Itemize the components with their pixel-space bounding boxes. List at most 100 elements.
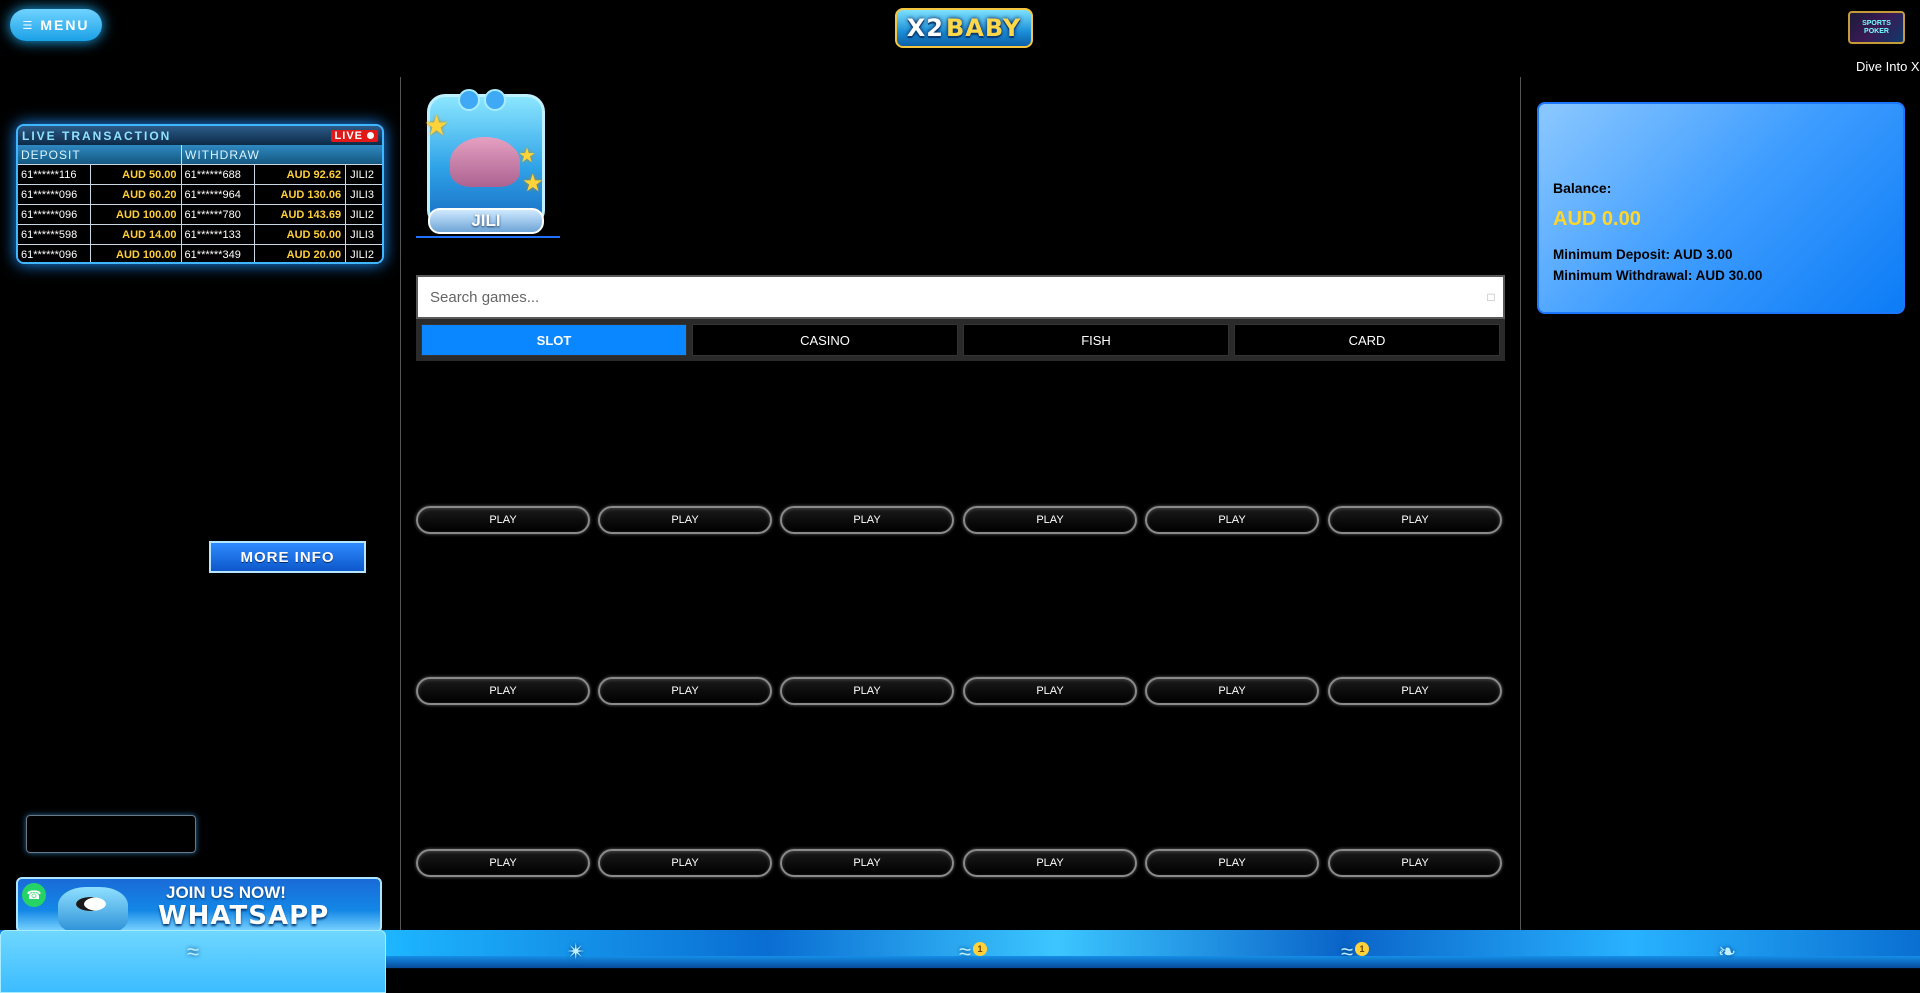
- menu-label: MENU: [40, 17, 90, 33]
- star-icon: ★: [522, 170, 544, 197]
- partner-badge[interactable]: SPORTS POKER: [1848, 11, 1905, 44]
- game-tile[interactable]: PLAY: [598, 551, 772, 705]
- game-tile[interactable]: PLAY: [780, 551, 954, 705]
- game-tile[interactable]: PLAY: [416, 551, 590, 705]
- balance-value: AUD 0.00: [1553, 208, 1641, 230]
- provider-label: JILI: [428, 208, 544, 234]
- game-name: JILI2: [350, 168, 374, 181]
- game-tile[interactable]: PLAY: [780, 723, 954, 877]
- search-bar: □: [416, 275, 1505, 319]
- table-row: 61******096 AUD 100.00 61******349 AUD 20.0…: [18, 244, 382, 262]
- play-button[interactable]: PLAY: [1328, 677, 1502, 705]
- whatsapp-banner[interactable]: ☎ JOIN US NOW! WHATSAPP: [16, 877, 382, 933]
- mascot-image: [58, 887, 128, 931]
- table-row: 61******598 AUD 14.00 61******133 AUD 50.00…: [18, 224, 382, 244]
- game-tile[interactable]: PLAY: [598, 380, 772, 534]
- deposit-user: 61******096: [18, 245, 91, 262]
- whatsapp-icon: ☎: [22, 883, 46, 907]
- logo-baby: BABY: [945, 14, 1022, 42]
- game-tile[interactable]: PLAY: [1145, 380, 1319, 534]
- game-name: JILI3: [350, 228, 374, 241]
- play-button[interactable]: PLAY: [598, 677, 772, 705]
- play-button[interactable]: PLAY: [963, 849, 1137, 877]
- menu-button[interactable]: ☰ MENU: [10, 9, 102, 41]
- live-label: LIVE: [334, 129, 363, 142]
- min-deposit: Minimum Deposit: AUD 3.00: [1553, 247, 1733, 262]
- game-name: JILI3: [350, 188, 374, 201]
- withdraw-user: 61******688: [182, 165, 256, 184]
- min-withdrawal: Minimum Withdrawal: AUD 30.00: [1553, 268, 1763, 283]
- play-button[interactable]: PLAY: [416, 506, 590, 534]
- play-button[interactable]: PLAY: [598, 506, 772, 534]
- table-row: 61******096 AUD 60.20 61******964 AUD 130.0…: [18, 184, 382, 204]
- seahorse-icon: ❧: [1717, 939, 1737, 964]
- play-button[interactable]: PLAY: [780, 849, 954, 877]
- game-tile[interactable]: PLAY: [963, 380, 1137, 534]
- game-tile[interactable]: PLAY: [1328, 551, 1502, 705]
- game-tile[interactable]: PLAY: [416, 380, 590, 534]
- live-transaction-panel: LIVE TRANSACTION LIVE DEPOSIT WITHDRAW 6…: [16, 124, 384, 264]
- bottom-nav-item[interactable]: ❧: [1707, 934, 1747, 970]
- game-tile[interactable]: PLAY: [416, 723, 590, 877]
- play-button[interactable]: PLAY: [1145, 677, 1319, 705]
- game-tile[interactable]: PLAY: [1145, 723, 1319, 877]
- play-button[interactable]: PLAY: [780, 506, 954, 534]
- withdraw-amount: AUD 92.62: [255, 165, 347, 184]
- deposit-amount: AUD 50.00: [91, 165, 182, 184]
- game-tile[interactable]: PLAY: [1328, 723, 1502, 877]
- balance-label: Balance:: [1553, 180, 1612, 196]
- provider-jili[interactable]: ★ ★ ★ JILI: [416, 88, 560, 238]
- game-tile[interactable]: PLAY: [1328, 380, 1502, 534]
- game-name: JILI2: [350, 208, 374, 221]
- play-button[interactable]: PLAY: [1328, 506, 1502, 534]
- left-divider: [400, 77, 401, 930]
- play-button[interactable]: PLAY: [1328, 849, 1502, 877]
- deposit-user: 61******096: [18, 205, 91, 224]
- game-tile[interactable]: PLAY: [598, 723, 772, 877]
- more-info-button[interactable]: MORE INFO: [209, 541, 366, 573]
- whatsapp-main-text: WHATSAPP: [158, 901, 330, 931]
- deposit-amount: AUD 60.20: [91, 185, 182, 204]
- dolphin-coin-icon: ≈: [1340, 939, 1354, 964]
- bottom-nav-item[interactable]: ✴: [556, 934, 596, 970]
- bottom-nav-item[interactable]: ≈1: [945, 934, 987, 970]
- search-input[interactable]: [418, 277, 1479, 317]
- tab-casino[interactable]: CASINO: [692, 324, 958, 356]
- game-tile[interactable]: PLAY: [780, 380, 954, 534]
- game-tile[interactable]: PLAY: [963, 723, 1137, 877]
- bottom-nav-item[interactable]: ≈: [173, 934, 213, 970]
- deposit-user: 61******598: [18, 225, 91, 244]
- empty-widget-box[interactable]: [26, 815, 196, 853]
- play-button[interactable]: PLAY: [416, 849, 590, 877]
- play-button[interactable]: PLAY: [598, 849, 772, 877]
- game-tile[interactable]: PLAY: [1145, 551, 1319, 705]
- site-logo[interactable]: X2 BABY: [895, 8, 1033, 48]
- category-tabs: SLOT CASINO FISH CARD: [416, 319, 1505, 361]
- play-button[interactable]: PLAY: [780, 677, 954, 705]
- withdraw-amount: AUD 130.06: [255, 185, 347, 204]
- table-row: 61******116 AUD 50.00 61******688 AUD 92.62…: [18, 164, 382, 184]
- play-button[interactable]: PLAY: [963, 677, 1137, 705]
- game-name: JILI2: [350, 248, 374, 261]
- search-icon[interactable]: □: [1479, 290, 1503, 304]
- bottom-nav-item[interactable]: ≈1: [1327, 934, 1369, 970]
- deposit-amount: AUD 100.00: [91, 205, 182, 224]
- live-columns: DEPOSIT WITHDRAW: [18, 145, 382, 164]
- balance-limits: Minimum Deposit: AUD 3.00 Minimum Withdr…: [1553, 244, 1783, 286]
- play-button[interactable]: PLAY: [416, 677, 590, 705]
- withdraw-amount: AUD 50.00: [255, 225, 347, 244]
- right-divider: [1520, 77, 1521, 930]
- play-button[interactable]: PLAY: [963, 506, 1137, 534]
- live-transaction-title: LIVE TRANSACTION: [22, 128, 172, 143]
- play-button[interactable]: PLAY: [1145, 849, 1319, 877]
- play-button[interactable]: PLAY: [1145, 506, 1319, 534]
- tab-slot[interactable]: SLOT: [421, 324, 687, 356]
- withdraw-user: 61******133: [182, 225, 256, 244]
- dolphin-icon: ≈: [186, 939, 200, 964]
- withdraw-amount: AUD 143.69: [255, 205, 347, 224]
- tab-fish[interactable]: FISH: [963, 324, 1229, 356]
- withdraw-user: 61******780: [182, 205, 256, 224]
- game-tile[interactable]: PLAY: [963, 551, 1137, 705]
- table-row: 61******096 AUD 100.00 61******780 AUD 143.…: [18, 204, 382, 224]
- tab-card[interactable]: CARD: [1234, 324, 1500, 356]
